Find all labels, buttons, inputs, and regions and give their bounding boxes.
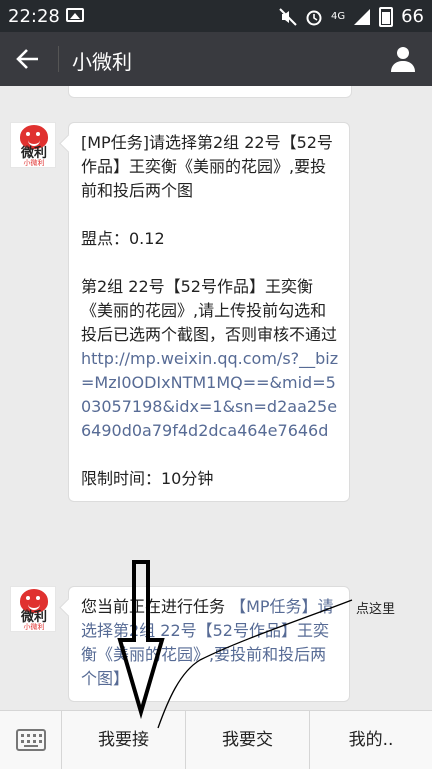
page-title: 小微利 — [72, 50, 132, 74]
message-time-limit: 限制时间：10分钟 — [81, 469, 214, 488]
profile-icon[interactable] — [388, 44, 418, 74]
click-here-annotation: 点这里 — [356, 602, 396, 617]
message-text: [MP任务]请选择第2组 22号【52号作品】王奕衡《美丽的花园》,要投前和投后… — [81, 133, 333, 200]
back-arrow-icon[interactable] — [14, 45, 42, 73]
message-points: 盟点：0.12 — [81, 229, 165, 248]
message-link[interactable]: http://mp.weixin.qq.com/s?__biz=MzI0ODIx… — [81, 347, 339, 443]
menu-button-submit[interactable]: 我要交 — [186, 711, 310, 769]
status-bar: 22:28 4G 66 — [0, 0, 432, 32]
battery-percent: 66 — [401, 6, 424, 27]
battery-icon — [379, 6, 394, 27]
message-bubble[interactable]: 您当前正在进行任务 【MP任务】请选择第2组 22号【52号作品】王奕衡《美丽的… — [68, 586, 350, 702]
network-type: 4G — [330, 10, 346, 22]
title-divider — [58, 46, 59, 72]
status-icons: 4G 66 — [279, 6, 424, 27]
avatar-sub: 小微利 — [23, 159, 45, 167]
signal-icon — [354, 8, 371, 25]
keyboard-icon — [16, 729, 46, 751]
keyboard-toggle-button[interactable] — [0, 711, 62, 769]
message-instruction: 第2组 22号【52号作品】王奕衡《美丽的花园》,请上传投前勾选和投后已选两个截… — [81, 277, 338, 344]
message-prefix: 您当前正在进行任务 — [81, 597, 231, 616]
menu-button-accept[interactable]: 我要接 — [62, 711, 186, 769]
bot-avatar[interactable]: 微利 小微利 — [10, 122, 56, 168]
chat-area[interactable]: 002490004 微利 小微利 [MP任务]请选择第2组 22号【52号作品】… — [0, 86, 432, 710]
title-bar: 小微利 — [0, 32, 432, 86]
message-bubble[interactable]: [MP任务]请选择第2组 22号【52号作品】王奕衡《美丽的花园》,要投前和投后… — [68, 122, 350, 502]
status-time: 22:28 — [8, 6, 60, 27]
bot-avatar[interactable]: 微利 小微利 — [10, 586, 56, 632]
menu-button-mine[interactable]: 我的.. — [310, 711, 432, 769]
avatar-sub: 小微利 — [23, 623, 45, 631]
previous-message-bubble[interactable]: 002490004 — [68, 86, 352, 98]
bottom-menu: 我要接 我要交 我的.. — [0, 710, 432, 769]
mute-icon — [279, 7, 297, 26]
message-text: 您当前正在进行任务 【MP任务】请选择第2组 22号【52号作品】王奕衡《美丽的… — [81, 595, 339, 691]
image-notification-icon — [66, 8, 84, 22]
alarm-icon — [306, 10, 322, 25]
